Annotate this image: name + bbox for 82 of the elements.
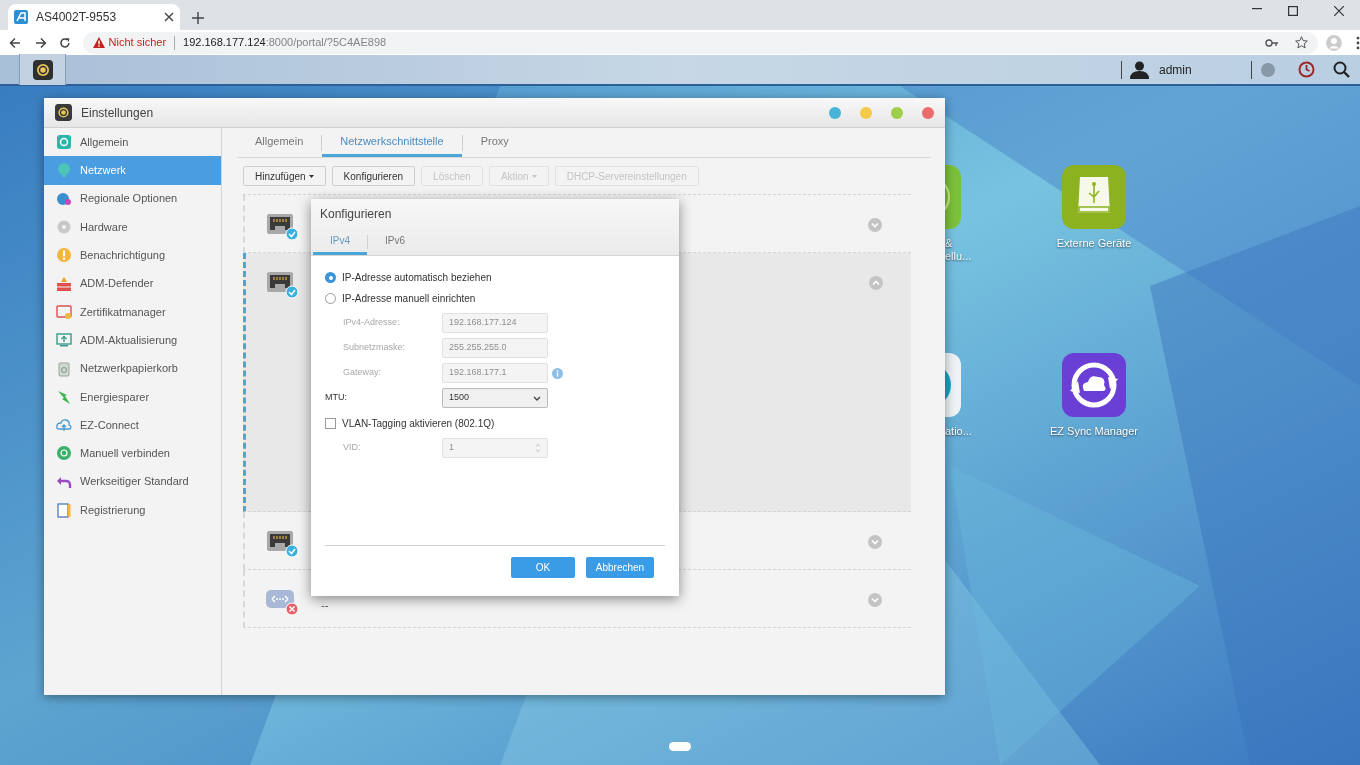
field-label: Gateway: — [342, 366, 383, 380]
sidebar-item[interactable]: EZ-Connect — [44, 410, 221, 440]
document-icon — [56, 502, 72, 518]
alert-icon — [56, 247, 72, 264]
app-logo-icon — [14, 10, 28, 24]
star-icon[interactable] — [1295, 36, 1309, 49]
app-label: atio... — [945, 425, 972, 438]
sidebar-item[interactable]: Werkseitiger Standard — [44, 467, 221, 496]
key-icon[interactable] — [1265, 38, 1280, 47]
app-label: & — [945, 237, 953, 250]
back-icon[interactable] — [9, 36, 21, 49]
usb-drive-icon[interactable] — [1062, 165, 1126, 229]
cloud-sync-icon[interactable] — [1062, 353, 1126, 417]
maximize-icon[interactable] — [1288, 6, 1298, 16]
dialog-title: Konfigurieren — [319, 206, 393, 223]
lightning-icon — [56, 388, 72, 405]
tab-title: AS4002T-9553 — [36, 9, 118, 26]
sidebar-item[interactable]: Manuell verbinden — [44, 439, 221, 468]
caret-icon — [531, 174, 537, 178]
monitor-upload-icon — [56, 332, 72, 349]
window-title: Einstellungen — [81, 104, 155, 122]
new-tab-icon[interactable] — [192, 12, 204, 24]
browser-tab[interactable]: AS4002T-9553 — [8, 4, 180, 30]
user-icon[interactable] — [1130, 60, 1149, 79]
settings-tab[interactable]: Proxy — [462, 128, 527, 157]
sidebar-item[interactable]: Registrierung — [44, 495, 221, 525]
caret-icon — [308, 174, 314, 178]
close-window-icon[interactable] — [1334, 6, 1344, 16]
sidebar-item[interactable]: ADM-Defender — [44, 269, 221, 298]
security-label[interactable]: Nicht sicher — [108, 34, 167, 51]
mtu-select[interactable]: 1500 — [442, 388, 548, 408]
sidebar-item[interactable]: Benachrichtigung — [44, 241, 221, 270]
sidebar-item[interactable]: Hardware — [44, 212, 221, 242]
close-icon[interactable] — [164, 12, 174, 22]
radio-label: IP-Adresse automatisch beziehen — [342, 271, 492, 285]
sidebar-item[interactable]: Regionale Optionen — [44, 184, 221, 213]
globe-pin-icon — [56, 190, 72, 207]
app-label: ellu... — [945, 250, 972, 263]
taskbar-app-button[interactable] — [20, 54, 66, 85]
url-text[interactable]: 192.168.177.124:8000/portal/?5C4AE898 — [183, 34, 387, 51]
tile-icon — [56, 134, 72, 151]
field-label: MTU: — [325, 391, 348, 405]
checkbox-label: VLAN-Tagging aktivieren (802.1Q) — [342, 416, 495, 431]
sidebar-item[interactable]: Energiesparer — [44, 382, 221, 411]
disc-icon — [56, 219, 72, 236]
toolbar-button[interactable]: Hinzufügen — [243, 166, 326, 186]
user-name[interactable]: admin — [1159, 60, 1251, 79]
certificate-icon — [56, 303, 72, 320]
radio-button[interactable] — [325, 272, 336, 283]
clock-icon[interactable] — [1298, 61, 1315, 78]
radio-button[interactable] — [325, 293, 336, 304]
chevron-down-icon — [533, 395, 541, 401]
field-label: IPv4-Adresse: — [342, 316, 401, 330]
cloud-upload-icon — [56, 417, 72, 434]
firewall-icon — [56, 275, 72, 292]
spinner-arrows-icon — [535, 443, 541, 453]
field-label: VID: — [342, 441, 362, 455]
dock-handle[interactable] — [669, 742, 691, 751]
sidebar-item[interactable]: Zertifikatmanager — [44, 297, 221, 327]
address-bar[interactable]: Nicht sicher 192.168.177.124:8000/portal/?5C4AE898 — [82, 31, 1319, 54]
search-icon[interactable] — [1333, 61, 1350, 78]
sidebar-item[interactable]: Netzwerkpapierkorb — [44, 354, 221, 383]
sidebar-item[interactable]: ADM-Aktualisierung — [44, 326, 221, 355]
settings-app-icon — [55, 104, 72, 121]
forward-icon[interactable] — [34, 36, 47, 49]
checkbox[interactable] — [325, 417, 336, 429]
reload-icon[interactable] — [58, 36, 71, 49]
menu-icon[interactable] — [1356, 35, 1360, 50]
warning-icon — [92, 37, 105, 48]
radio-label: IP-Adresse manuell einrichten — [342, 292, 476, 306]
minimize-icon[interactable] — [1252, 8, 1262, 10]
interface-name: -- — [321, 598, 329, 613]
dialog-tab[interactable]: IPv6 — [368, 229, 422, 255]
app-label: Externe Geräte — [1056, 237, 1132, 250]
app-icon[interactable] — [945, 353, 961, 417]
recycle-bin-icon — [56, 360, 72, 377]
settings-app-icon — [32, 59, 53, 80]
toolbar-button[interactable]: Konfigurieren — [331, 166, 416, 186]
sidebar-item[interactable]: Allgemein — [44, 128, 221, 157]
app-label: EZ Sync Manager — [1049, 425, 1138, 438]
field-label: Subnetzmaske: — [342, 341, 407, 355]
settings-tab[interactable]: Allgemein — [237, 128, 322, 157]
